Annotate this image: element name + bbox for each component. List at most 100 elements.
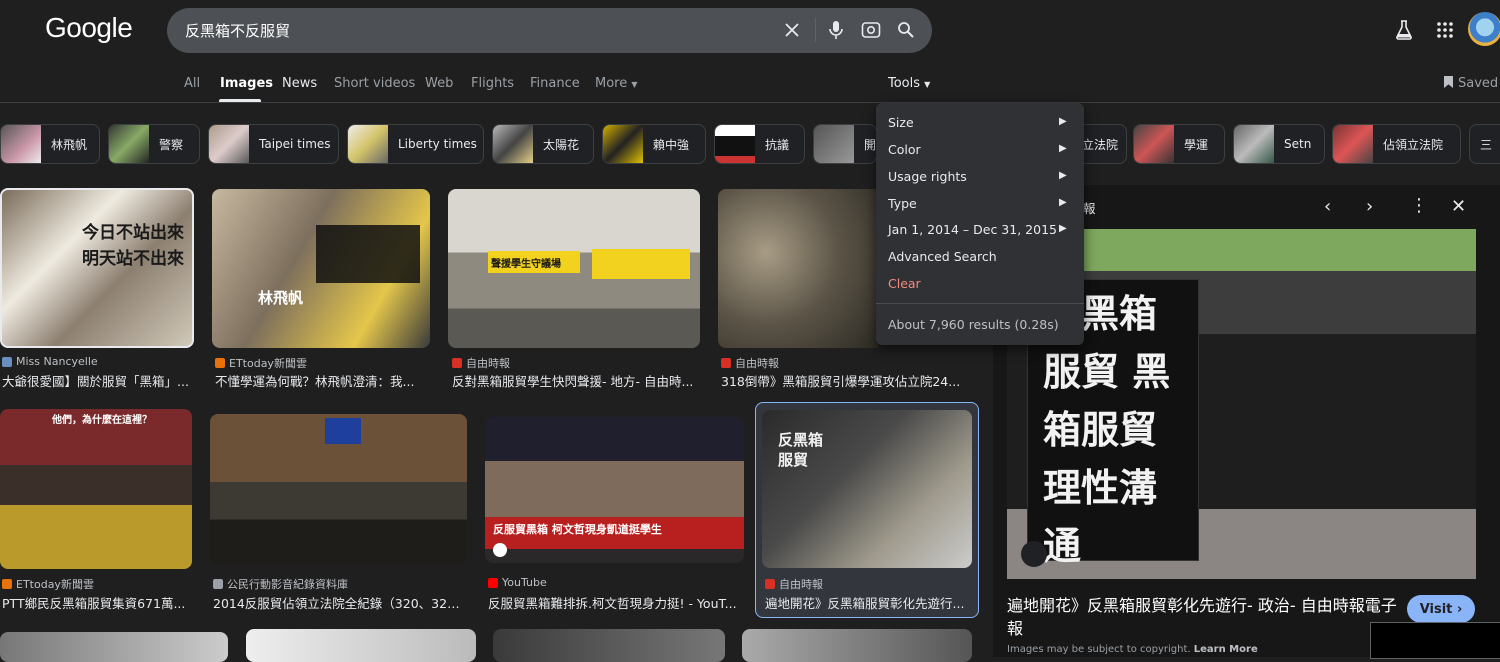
result-image-10[interactable] (246, 629, 476, 662)
chip-lai-chung-chiang[interactable]: 賴中強 (602, 124, 706, 164)
camera-lens-icon[interactable] (860, 19, 882, 41)
search-input[interactable]: 反黑箱不反服貿 (185, 20, 290, 41)
chevron-right-icon: ▶ (1059, 143, 1067, 154)
menu-item-date-range[interactable]: Jan 1, 2014 – Dec 31, 2015 (888, 222, 1057, 237)
chip-partial[interactable]: 開 (813, 124, 877, 164)
result-source-8[interactable]: 自由時報 (765, 576, 823, 592)
site-favicon-icon (2, 579, 12, 589)
chip-occupy-legislature[interactable]: 佔領立法院 (1332, 124, 1461, 164)
menu-item-color[interactable]: Color (888, 142, 921, 157)
result-source-7[interactable]: YouTube (488, 576, 547, 589)
tab-more[interactable]: More ▼ (595, 76, 638, 91)
result-source-6[interactable]: 公民行動影音紀錄資料庫 (213, 576, 348, 592)
tab-web[interactable]: Web (425, 76, 453, 91)
result-image-6[interactable] (210, 414, 467, 565)
preview-title[interactable]: 遍地開花》反黑箱服貿彰化先遊行- 政治- 自由時報電子報 (1007, 594, 1397, 640)
visit-button[interactable]: Visit › (1407, 595, 1475, 623)
result-title-5[interactable]: PTT鄉民反黑箱服貿集資671萬... (2, 593, 190, 612)
menu-item-usage-rights[interactable]: Usage rights (888, 169, 967, 184)
avatar[interactable] (1468, 12, 1500, 46)
copyright-notice: Images may be subject to copyright. Lear… (1007, 644, 1258, 655)
result-image-7[interactable]: 反服貿黑箱 柯文哲現身凱道挺學生 (485, 417, 744, 563)
close-icon[interactable] (781, 19, 803, 41)
lens-search-icon[interactable] (1021, 541, 1047, 567)
site-favicon-icon (452, 358, 462, 368)
tabs-divider (0, 102, 1500, 103)
result-image-1[interactable]: 今日不站出來 明天站不出來 (0, 188, 194, 348)
tab-images[interactable]: Images (220, 76, 273, 91)
chip-sunflower[interactable]: 太陽花 (492, 124, 594, 164)
result-image-12[interactable] (742, 629, 972, 662)
tab-flights[interactable]: Flights (471, 76, 514, 91)
search-icon[interactable] (895, 19, 917, 41)
chevron-left-icon[interactable]: ‹ (1324, 196, 1331, 217)
result-image-4[interactable] (718, 189, 878, 348)
result-title-7[interactable]: 反服貿黑箱難排拆.柯文哲現身力挺! - YouT... (488, 593, 742, 612)
result-source-3[interactable]: 自由時報 (452, 355, 510, 371)
chevron-down-icon: ▼ (924, 80, 931, 89)
microphone-icon[interactable] (825, 19, 847, 41)
google-logo[interactable]: Google (45, 12, 133, 44)
chip-lin-fei-fan[interactable]: 林飛帆 (0, 124, 100, 164)
result-title-8[interactable]: 遍地開花》反黑箱服貿彰化先遊行... (765, 593, 970, 612)
site-favicon-icon (213, 579, 223, 589)
site-favicon-icon (721, 358, 731, 368)
apps-grid-icon[interactable] (1434, 19, 1456, 41)
menu-item-type[interactable]: Type (888, 196, 917, 211)
tab-short-videos[interactable]: Short videos (334, 76, 415, 91)
tab-all[interactable]: All (184, 76, 200, 91)
play-icon (493, 543, 507, 557)
site-favicon-icon (2, 356, 12, 367)
chevron-right-icon: ▶ (1059, 197, 1067, 208)
search-divider (815, 18, 816, 42)
labs-flask-icon[interactable] (1393, 19, 1415, 41)
chevron-right-icon: › (1456, 601, 1463, 617)
result-source-4[interactable]: 自由時報 (721, 355, 779, 371)
chip-protest[interactable]: 抗議 (714, 124, 805, 164)
image-caption: 聲援學生守議場 (491, 259, 561, 270)
chevron-right-icon[interactable]: › (1366, 196, 1373, 217)
result-title-2[interactable]: 不懂學運為何戰？林飛帆澄清：我... (215, 371, 430, 390)
chip-more[interactable]: 三 (1469, 124, 1500, 164)
result-image-3[interactable]: 聲援學生守議場 (448, 189, 700, 348)
saved-button[interactable]: Saved (1444, 76, 1498, 91)
result-image-5[interactable]: 他們，為什麼在這裡？ (0, 409, 192, 569)
image-caption: 反服貿黑箱 柯文哲現身凱道挺學生 (493, 523, 662, 536)
result-title-3[interactable]: 反對黑箱服貿學生快閃聲援- 地方- 自由時... (452, 371, 698, 390)
chip-police[interactable]: 警察 (108, 124, 200, 164)
menu-divider (876, 303, 1084, 304)
more-vertical-icon[interactable]: ⋮ (1410, 195, 1428, 216)
learn-more-link[interactable]: Learn More (1194, 644, 1258, 655)
tools-button[interactable]: Tools ▼ (888, 76, 930, 91)
tab-finance[interactable]: Finance (530, 76, 580, 91)
result-title-1[interactable]: 大爺很愛國】關於服貿「黑箱」... (2, 371, 192, 390)
site-favicon-icon (765, 579, 775, 589)
preview-source[interactable]: 報 (1083, 198, 1096, 217)
image-caption: 他們，為什麼在這裡？ (52, 415, 152, 426)
result-source-2[interactable]: ETtoday新聞雲 (215, 355, 307, 371)
chip-liberty-times[interactable]: Liberty times (347, 124, 484, 164)
result-title-6[interactable]: 2014反服貿佔領立法院全紀錄（320、321... (213, 593, 465, 612)
result-image-2[interactable]: 林飛帆 (212, 189, 430, 348)
site-favicon-icon (215, 358, 225, 368)
menu-item-size[interactable]: Size (888, 115, 914, 130)
result-image-8[interactable]: 反黑箱 服貿 (762, 410, 972, 568)
result-source-5[interactable]: ETtoday新聞雲 (2, 576, 94, 592)
result-image-9[interactable] (0, 632, 228, 662)
image-caption: 林飛帆 (258, 289, 304, 307)
close-icon[interactable]: ✕ (1451, 196, 1466, 217)
result-stats: About 7,960 results (0.28s) (888, 317, 1059, 332)
site-favicon-icon (488, 577, 498, 588)
menu-item-clear[interactable]: Clear (888, 276, 921, 291)
chip-taipei-times[interactable]: Taipei times (208, 124, 339, 164)
image-caption: 反黑箱 服貿 (778, 431, 824, 469)
chevron-down-icon: ▼ (631, 80, 638, 89)
result-image-11[interactable] (493, 629, 725, 662)
tab-news[interactable]: News (282, 76, 317, 91)
chip-student-movement[interactable]: 學運 (1133, 124, 1225, 164)
chip-setn[interactable]: Setn (1233, 124, 1325, 164)
result-title-4[interactable]: 318倒帶》黑箱服貿引爆學運攻佔立院24... (721, 371, 966, 390)
chevron-right-icon: ▶ (1059, 116, 1067, 127)
menu-item-advanced-search[interactable]: Advanced Search (888, 249, 997, 264)
result-source-1[interactable]: Miss Nancyelle (2, 355, 98, 368)
